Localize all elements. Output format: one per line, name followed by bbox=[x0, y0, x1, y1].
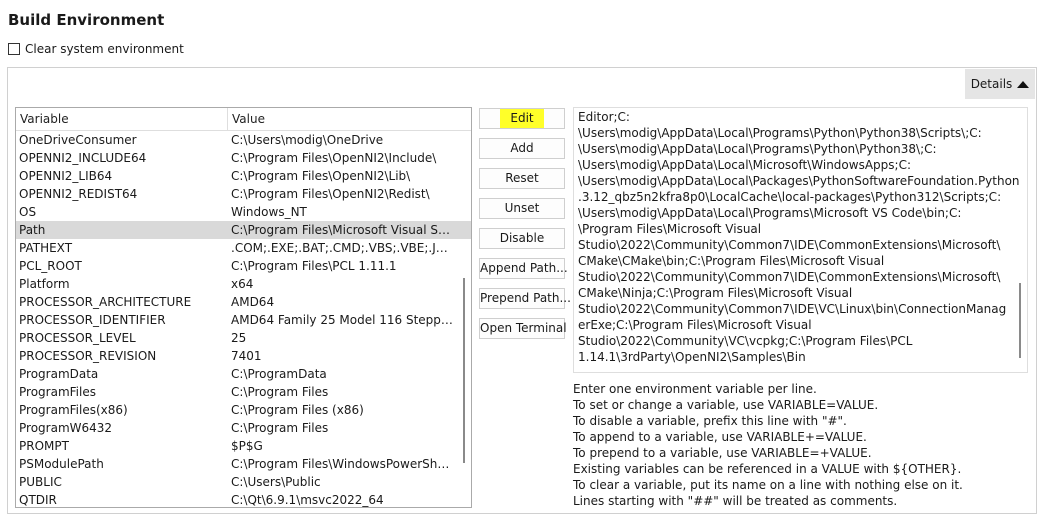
variable-cell: OPENNI2_INCLUDE64 bbox=[19, 151, 147, 165]
table-row[interactable]: PATHEXT .COM;.EXE;.BAT;.CMD;.VBS;.VBE;.JS… bbox=[16, 239, 471, 257]
table-row[interactable]: PROCESSOR_IDENTIFIER AMD64 Family 25 Mode… bbox=[16, 311, 471, 329]
variable-editor-textarea[interactable]: Editor;C: \Users\modig\AppData\Local\Pro… bbox=[573, 107, 1028, 373]
variable-cell: PCL_ROOT bbox=[19, 259, 82, 273]
reset-button[interactable]: Reset bbox=[479, 168, 565, 189]
page-title: Build Environment bbox=[8, 11, 165, 29]
table-row[interactable]: PROMPT $P$G bbox=[16, 437, 471, 455]
editor-scrollbar[interactable] bbox=[1019, 283, 1021, 358]
edit-button-label: Edit bbox=[500, 109, 544, 128]
value-cell: C:\Program Files\OpenNI2\Redist\ bbox=[231, 187, 430, 201]
variable-cell: PUBLIC bbox=[19, 475, 62, 489]
variable-cell: OPENNI2_LIB64 bbox=[19, 169, 113, 183]
table-row[interactable]: OPENNI2_REDIST64 C:\Program Files\OpenNI2… bbox=[16, 185, 471, 203]
variable-cell: ProgramData bbox=[19, 367, 99, 381]
column-header-value[interactable]: Value bbox=[228, 108, 265, 130]
value-cell: .COM;.EXE;.BAT;.CMD;.VBS;.VBE;.JS;.JS... bbox=[231, 241, 453, 255]
variable-cell: PROCESSOR_LEVEL bbox=[19, 331, 136, 345]
value-cell: $P$G bbox=[231, 439, 263, 453]
variable-cell: PROCESSOR_ARCHITECTURE bbox=[19, 295, 192, 309]
value-cell: C:\Users\Public bbox=[231, 475, 321, 489]
help-line: To clear a variable, put its name on a l… bbox=[573, 478, 963, 492]
table-row[interactable]: PROCESSOR_REVISION 7401 bbox=[16, 347, 471, 365]
help-line: To disable a variable, prefix this line … bbox=[573, 414, 847, 428]
help-line: Existing variables can be referenced in … bbox=[573, 462, 962, 476]
details-toggle-button[interactable]: Details bbox=[965, 69, 1035, 99]
variable-cell: Platform bbox=[19, 277, 70, 291]
disable-button[interactable]: Disable bbox=[479, 228, 565, 249]
table-row[interactable]: QTDIR C:\Qt\6.9.1\msvc2022_64 bbox=[16, 491, 471, 507]
value-cell: C:\Program Files (x86) bbox=[231, 403, 364, 417]
variable-cell: ProgramW6432 bbox=[19, 421, 113, 435]
variable-cell: OPENNI2_REDIST64 bbox=[19, 187, 138, 201]
variable-cell: QTDIR bbox=[19, 493, 57, 507]
clear-system-environment-label: Clear system environment bbox=[25, 42, 184, 56]
action-buttons: Edit Add Reset Unset Disable Append Path… bbox=[479, 108, 571, 348]
value-cell: C:\Program Files\PCL 1.11.1 bbox=[231, 259, 397, 273]
table-scrollbar[interactable] bbox=[463, 278, 465, 463]
column-header-variable[interactable]: Variable bbox=[16, 108, 228, 130]
value-cell: C:\Program Files\OpenNI2\Include\ bbox=[231, 151, 437, 165]
variable-cell: OS bbox=[19, 205, 37, 219]
help-line: Enter one environment variable per line. bbox=[573, 382, 817, 396]
help-line: To set or change a variable, use VARIABL… bbox=[573, 398, 879, 412]
table-row[interactable]: OPENNI2_INCLUDE64 C:\Program Files\OpenNI… bbox=[16, 149, 471, 167]
variable-cell: ProgramFiles bbox=[19, 385, 96, 399]
variable-cell: PATHEXT bbox=[19, 241, 73, 255]
help-line: Lines starting with "##" will be treated… bbox=[573, 494, 898, 508]
table-row[interactable]: PROCESSOR_ARCHITECTURE AMD64 bbox=[16, 293, 471, 311]
variable-cell: PROCESSOR_REVISION bbox=[19, 349, 157, 363]
unset-button[interactable]: Unset bbox=[479, 198, 565, 219]
value-cell: C:\Qt\6.9.1\msvc2022_64 bbox=[231, 493, 384, 507]
table-row[interactable]: ProgramW6432 C:\Program Files bbox=[16, 419, 471, 437]
value-cell: AMD64 bbox=[231, 295, 275, 309]
value-cell: C:\Program Files\OpenNI2\Lib\ bbox=[231, 169, 411, 183]
variable-cell: Path bbox=[19, 223, 46, 237]
clear-system-environment-checkbox[interactable] bbox=[8, 43, 20, 55]
value-cell: Windows_NT bbox=[231, 205, 307, 219]
value-cell: C:\Users\modig\OneDrive bbox=[231, 133, 384, 147]
variable-cell: PSModulePath bbox=[19, 457, 104, 471]
table-row[interactable]: ProgramFiles C:\Program Files bbox=[16, 383, 471, 401]
help-line: To append to a variable, use VARIABLE+=V… bbox=[573, 430, 867, 444]
variable-cell: PROMPT bbox=[19, 439, 69, 453]
table-row[interactable]: ProgramData C:\ProgramData bbox=[16, 365, 471, 383]
table-row[interactable]: PCL_ROOT C:\Program Files\PCL 1.11.1 bbox=[16, 257, 471, 275]
table-row[interactable]: OneDriveConsumer C:\Users\modig\OneDrive bbox=[16, 131, 471, 149]
edit-button[interactable]: Edit bbox=[479, 108, 565, 129]
variable-cell: OneDriveConsumer bbox=[19, 133, 137, 147]
table-row[interactable]: OPENNI2_LIB64 C:\Program Files\OpenNI2\Li… bbox=[16, 167, 471, 185]
table-row[interactable]: PROCESSOR_LEVEL 25 bbox=[16, 329, 471, 347]
value-cell: C:\Program Files\Microsoft Visual St... bbox=[231, 223, 453, 237]
value-cell: C:\Program Files bbox=[231, 385, 329, 399]
environment-variables-table[interactable]: Variable Value OneDriveConsumer C:\Users\… bbox=[15, 107, 472, 508]
table-row[interactable]: PSModulePath C:\Program Files\WindowsPowe… bbox=[16, 455, 471, 473]
help-line: To prepend to a variable, use VARIABLE=+… bbox=[573, 446, 872, 460]
editor-text: Editor;C: \Users\modig\AppData\Local\Pro… bbox=[578, 110, 1020, 364]
help-text: Enter one environment variable per line.… bbox=[573, 381, 1033, 509]
table-row[interactable]: PUBLIC C:\Users\Public bbox=[16, 473, 471, 491]
value-cell: 25 bbox=[231, 331, 247, 345]
table-row[interactable]: Path C:\Program Files\Microsoft Visual St… bbox=[16, 221, 471, 239]
prepend-path-button[interactable]: Prepend Path... bbox=[479, 288, 571, 309]
value-cell: 7401 bbox=[231, 349, 262, 363]
open-terminal-button[interactable]: Open Terminal bbox=[479, 318, 567, 339]
details-label: Details bbox=[970, 77, 1013, 91]
value-cell: C:\ProgramData bbox=[231, 367, 327, 381]
value-cell: C:\Program Files\WindowsPowerShell... bbox=[231, 457, 453, 471]
triangle-up-icon bbox=[1017, 80, 1030, 88]
table-header: Variable Value bbox=[16, 108, 471, 131]
table-row[interactable]: ProgramFiles(x86) C:\Program Files (x86) bbox=[16, 401, 471, 419]
table-row[interactable]: OS Windows_NT bbox=[16, 203, 471, 221]
add-button[interactable]: Add bbox=[479, 138, 565, 159]
table-row[interactable]: Platform x64 bbox=[16, 275, 471, 293]
clear-system-environment-option[interactable]: Clear system environment bbox=[8, 42, 184, 56]
variable-cell: ProgramFiles(x86) bbox=[19, 403, 128, 417]
variable-cell: PROCESSOR_IDENTIFIER bbox=[19, 313, 166, 327]
value-cell: x64 bbox=[231, 277, 254, 291]
append-path-button[interactable]: Append Path... bbox=[479, 258, 568, 279]
table-body: OneDriveConsumer C:\Users\modig\OneDrive O… bbox=[16, 131, 471, 507]
value-cell: AMD64 Family 25 Model 116 Steppin... bbox=[231, 313, 453, 327]
value-cell: C:\Program Files bbox=[231, 421, 329, 435]
